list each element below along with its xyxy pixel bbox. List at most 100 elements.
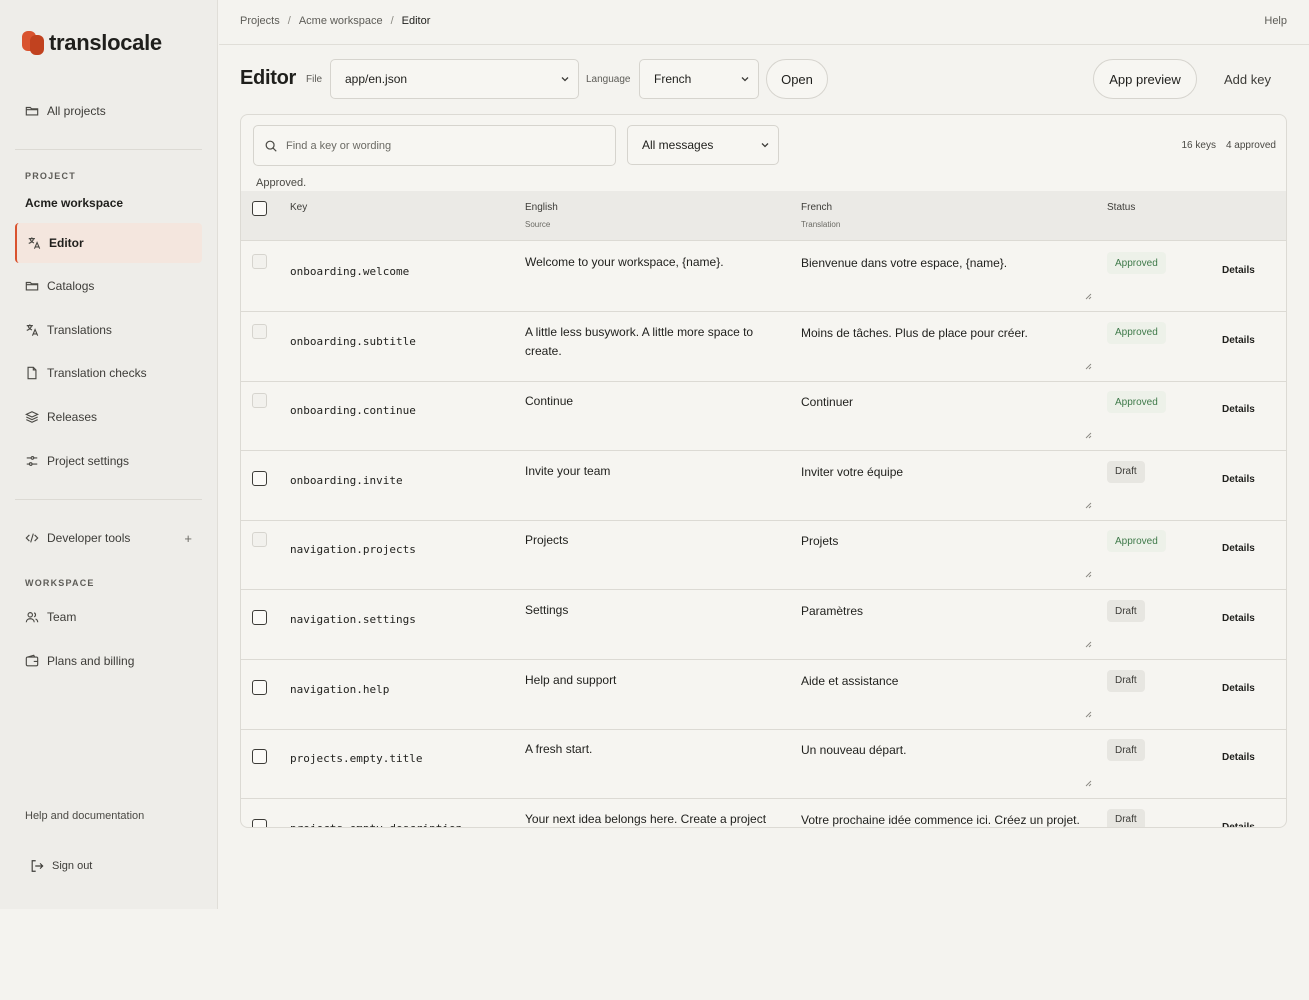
app-logo[interactable]: translocale [22,30,162,56]
resize-handle-icon[interactable] [1084,501,1092,509]
app-preview-button[interactable]: App preview [1093,59,1197,99]
row-checkbox[interactable] [252,532,267,548]
breadcrumb: Projects / Acme workspace / Editor [240,15,430,27]
details-button[interactable]: Details [1222,683,1255,694]
details-button[interactable]: Details [1222,265,1255,276]
sidebar-item-project-settings[interactable]: Project settings [15,442,202,480]
source-text: A little less busywork. A little more sp… [525,324,754,358]
sidebar-item-editor[interactable]: Editor [15,223,202,263]
details-button[interactable]: Details [1222,543,1255,554]
file-icon [25,366,39,380]
sidebar-item-label: Developer tools [47,531,131,545]
sidebar-item-label: Project settings [47,454,130,468]
details-button[interactable]: Details [1222,752,1255,763]
translation-field[interactable]: Un nouveau départ. [801,741,1091,760]
table-row[interactable]: onboarding.continue Continue Continuer Appr… [241,381,1286,452]
translation-field[interactable]: Bienvenue dans votre espace, {name}. [801,254,1091,273]
users-icon [25,610,39,624]
details-button[interactable]: Details [1222,404,1255,415]
help-documentation-link[interactable]: Help and documentation [25,810,144,822]
row-checkbox[interactable] [252,818,267,827]
sidebar-item-translation-checks[interactable]: Translation checks [15,354,202,392]
table-row[interactable]: onboarding.invite Invite your team Inviter… [241,451,1286,521]
row-checkbox[interactable] [252,254,267,269]
resize-handle-icon[interactable] [1084,570,1092,578]
editor-panel: All messages 16 keys 4 approved Approved… [240,114,1287,828]
column-subheader-target: Translation [801,220,841,229]
table-row[interactable]: onboarding.subtitle A little less busywor… [241,312,1286,382]
sidebar-item-label: Releases [47,410,98,424]
status-badge: Draft [1107,669,1145,692]
column-subheader-source: Source [525,220,551,229]
open-button[interactable]: Open [766,59,828,99]
help-link[interactable]: Help [1264,15,1287,27]
row-checkbox[interactable] [252,470,267,486]
sidebar-item-all-projects[interactable]: All projects [15,92,202,130]
sidebar-item-label: All projects [47,104,106,118]
row-checkbox[interactable] [252,679,267,695]
resize-handle-icon[interactable] [1084,292,1092,300]
sign-out-button[interactable]: Sign out [30,859,92,873]
app-name: translocale [49,30,162,55]
folder-icon [25,279,39,293]
message-filter-value: All messages [642,138,714,152]
resize-handle-icon[interactable] [1084,710,1092,718]
layers-icon [25,410,39,424]
resize-handle-icon[interactable] [1084,779,1092,787]
top-bar: Projects / Acme workspace / Editor Help [219,0,1309,45]
sidebar-item-developer-tools[interactable]: Developer tools + [15,519,202,557]
resize-handle-icon[interactable] [1084,362,1092,370]
select-all-checkbox[interactable] [252,201,267,216]
details-button[interactable]: Details [1222,822,1255,827]
sidebar-item-label: Team [47,610,77,624]
message-key: navigation.projects [290,543,416,557]
row-checkbox[interactable] [252,749,267,765]
sidebar-item-translations[interactable]: Translations [15,311,202,349]
details-button[interactable]: Details [1222,474,1255,485]
breadcrumb-projects[interactable]: Projects [240,15,280,27]
row-checkbox[interactable] [252,393,267,409]
column-header-status: Status [1107,202,1136,213]
table-row[interactable]: projects.empty.title A fresh start. Un nou… [241,729,1286,800]
project-section-label: PROJECT [25,171,76,181]
breadcrumb-workspace[interactable]: Acme workspace [299,15,383,27]
add-key-button[interactable]: Add key [1224,72,1271,87]
file-select[interactable]: app/en.json [330,59,579,99]
source-text: Help and support [525,672,617,687]
sidebar-item-releases[interactable]: Releases [15,398,202,436]
table-row[interactable]: projects.empty.description Your next idea… [241,799,1286,827]
sidebar-item-catalogs[interactable]: Catalogs [15,267,202,305]
status-badge: Approved [1107,391,1166,414]
sidebar-divider [15,499,202,500]
table-row[interactable]: navigation.help Help and support Aide et a… [241,660,1286,730]
status-message: Approved. [256,177,307,189]
translation-field[interactable]: Aide et assistance [801,672,1091,691]
table-row[interactable]: onboarding.welcome Welcome to your worksp… [241,242,1286,312]
search-box[interactable] [253,125,616,166]
resize-handle-icon[interactable] [1084,640,1092,648]
message-filter-select[interactable]: All messages [627,125,779,165]
details-button[interactable]: Details [1222,613,1255,624]
expand-plus-icon[interactable]: + [184,531,192,546]
search-input[interactable] [286,139,586,152]
row-checkbox[interactable] [252,323,267,339]
translation-field[interactable]: Moins de tâches. Plus de place pour crée… [801,324,1091,343]
translation-field[interactable]: Paramètres [801,602,1091,621]
table-row[interactable]: navigation.settings Settings Paramètres Dra… [241,590,1286,660]
row-checkbox[interactable] [252,610,267,625]
translation-field[interactable]: Projets [801,532,1091,551]
translation-field[interactable]: Votre prochaine idée commence ici. Créez… [801,811,1091,827]
language-select[interactable]: French [639,59,759,99]
details-button[interactable]: Details [1222,335,1255,346]
breadcrumb-separator: / [390,15,394,27]
message-key: onboarding.invite [290,473,403,487]
table-row[interactable]: navigation.projects Projects Projets Approv… [241,520,1286,591]
resize-handle-icon[interactable] [1084,431,1092,439]
translation-field[interactable]: Continuer [801,393,1091,412]
translation-field[interactable]: Inviter votre équipe [801,463,1091,482]
chevron-down-icon [561,77,569,82]
sidebar-item-label: Translations [47,323,112,337]
translate-icon [27,236,41,250]
sidebar-item-plans-billing[interactable]: Plans and billing [15,642,202,680]
sidebar-item-team[interactable]: Team [15,598,202,636]
